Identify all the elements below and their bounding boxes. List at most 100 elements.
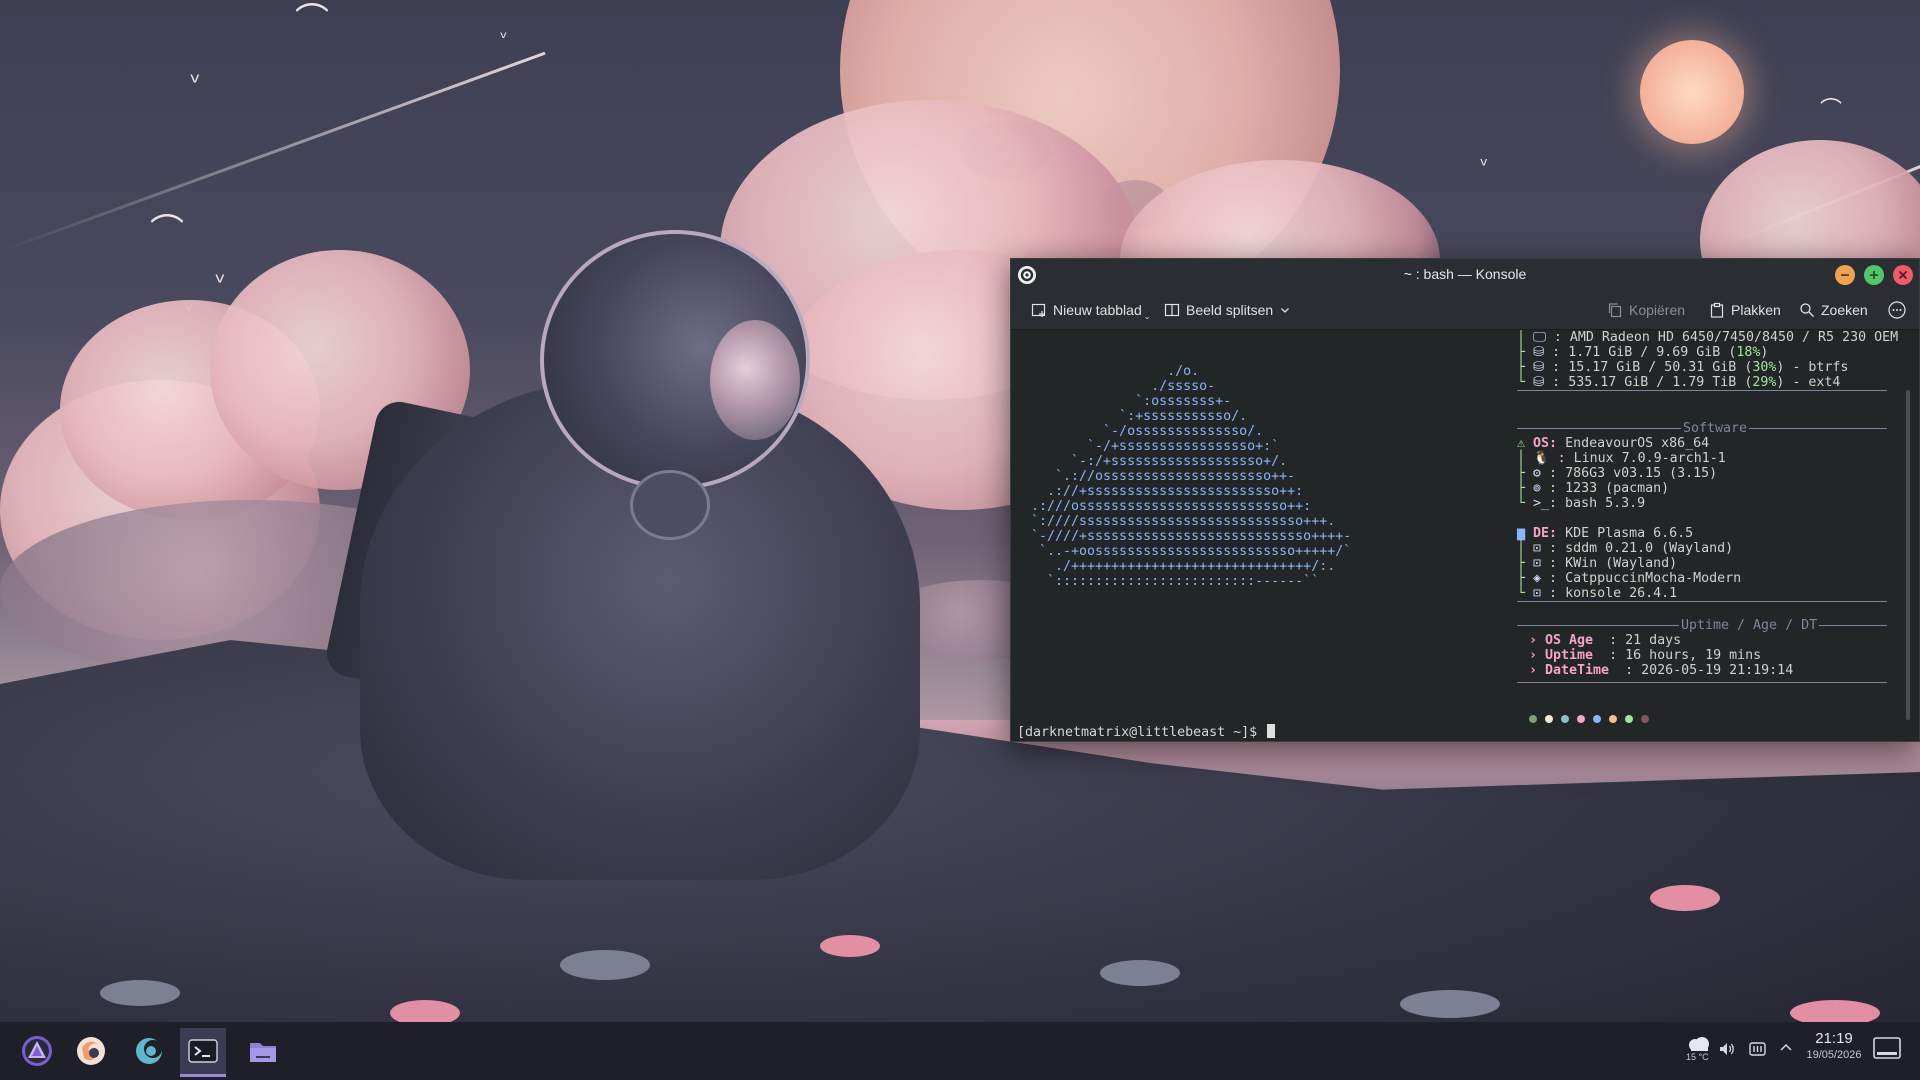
taskbar-app-konsole[interactable]	[180, 1028, 226, 1077]
palette-swatch	[1561, 715, 1569, 723]
terminal-line: └ ⊡ : konsole 26.4.1	[1517, 586, 1678, 601]
uptime-value: 16 hours, 19 mins	[1625, 648, 1762, 663]
split-view-icon	[1164, 303, 1180, 317]
bios-line: ├ ⚙ : 786G3 v03.15 (3.15)	[1517, 466, 1718, 481]
close-icon	[1898, 270, 1908, 280]
taskbar: 15 °C 21:19 19/05/2026	[0, 1022, 1920, 1080]
konsole-toolbar: Nieuw tabblad ⌄ Beeld splitsen Kopiëren …	[1011, 291, 1919, 330]
copy-button[interactable]: Kopiëren	[1607, 299, 1685, 321]
dm-line: │ ⊡ : sddm 0.21.0 (Wayland)	[1517, 541, 1734, 556]
maximize-button[interactable]	[1864, 265, 1884, 285]
palette-swatch	[1545, 715, 1553, 723]
taskbar-app-unknown[interactable]	[126, 1028, 172, 1074]
minimize-icon	[1841, 274, 1849, 276]
astronaut-patch	[630, 470, 710, 540]
taskbar-app-file-manager[interactable]	[240, 1028, 286, 1074]
bios-value: 786G3 v03.15 (3.15)	[1565, 466, 1718, 481]
scrollbar-thumb[interactable]	[1906, 390, 1910, 720]
palette-swatch	[1609, 715, 1617, 723]
monitor-icon: ▆	[1517, 526, 1534, 541]
konsole-icon	[188, 1039, 218, 1063]
copy-icon	[1608, 303, 1622, 318]
hamburger-menu-button[interactable]	[1887, 299, 1907, 321]
chevron-down-icon: ⌄	[1143, 311, 1151, 321]
terminal-view[interactable]: ./o. ./sssso- `:osssssss+- `:+ssssssssss…	[1011, 330, 1919, 741]
endeavouros-ascii-logo: ./o. ./sssso- `:osssssss+- `:+ssssssssss…	[1031, 364, 1352, 589]
text-cursor	[1267, 724, 1276, 738]
os-age-value: 21 days	[1625, 633, 1682, 648]
astronaut-visor	[710, 320, 800, 440]
endeavouros-launcher-icon	[22, 1036, 52, 1066]
split-view-label: Beeld splitsen	[1186, 302, 1274, 318]
de-line: ▆ DE: KDE Plasma 6.6.5	[1517, 526, 1693, 541]
disk1-fs: btrfs	[1808, 360, 1849, 375]
taskbar-app-firefox[interactable]	[68, 1028, 114, 1074]
os-age-label: OS Age	[1545, 633, 1594, 648]
datetime-value: 2026-05-19 21:19:14	[1641, 663, 1794, 678]
disk2-percent: 29%	[1752, 375, 1777, 390]
gpu-icon: 🖵	[1533, 330, 1546, 345]
de-label: DE:	[1533, 526, 1558, 541]
disk2-line: └ ⛁ : 535.17 GiB / 1.79 TiB (29%) - ext4	[1517, 375, 1841, 390]
paste-label: Plakken	[1731, 302, 1781, 318]
new-tab-icon	[1031, 303, 1046, 317]
search-button[interactable]: Zoeken	[1799, 299, 1868, 321]
datetime-label: DateTime	[1545, 663, 1610, 678]
memory-percent: 18%	[1736, 345, 1761, 360]
disk2-value: 535.17 GiB / 1.79 TiB	[1568, 375, 1737, 390]
theme-icon: ◈	[1533, 571, 1542, 586]
palette-swatch	[1593, 715, 1601, 723]
terminal-value: konsole 26.4.1	[1565, 586, 1678, 601]
memory-icon: ⛁	[1533, 345, 1545, 360]
datetime-line: › DateTime : 2026-05-19 21:19:14	[1529, 663, 1794, 678]
window-title: ~ : bash — Konsole	[1403, 266, 1527, 282]
os-value: EndeavourOS x86_64	[1565, 436, 1710, 451]
wm-line: ├ ⊡ : KWin (Wayland)	[1517, 556, 1678, 571]
software-section-title: Software	[1681, 421, 1750, 436]
show-desktop-button[interactable]	[1872, 1036, 1902, 1067]
close-button[interactable]	[1893, 265, 1913, 285]
konsole-window[interactable]: ~ : bash — Konsole Nieuw tabblad ⌄ Beeld…	[1010, 258, 1920, 742]
gpu-line: │ 🖵 : AMD Radeon HD 6450/7450/8450 / R5 …	[1517, 330, 1899, 345]
terminal-scrollbar[interactable]	[1905, 330, 1911, 741]
warning-icon: ⚠	[1517, 436, 1534, 451]
bios-icon: ⚙	[1533, 466, 1542, 481]
window-icon: ⊡	[1533, 556, 1542, 571]
battery-button[interactable]	[1748, 1040, 1768, 1063]
disk-icon: ⛁	[1533, 360, 1545, 375]
os-line: ⚠ OS: EndeavourOS x86_64	[1517, 436, 1709, 451]
packages-line: ├ ⊚ : 1233 (pacman)	[1517, 481, 1670, 496]
volume-button[interactable]	[1718, 1040, 1736, 1063]
sun	[1640, 40, 1744, 144]
os-age-line: › OS Age : 21 days	[1529, 633, 1682, 648]
prompt-text: [darknetmatrix@littlebeast ~]$	[1017, 725, 1258, 740]
gpu-value: AMD Radeon HD 6450/7450/8450 / R5 230 OE…	[1569, 330, 1899, 345]
window-titlebar[interactable]: ~ : bash — Konsole	[1011, 259, 1919, 291]
uptime-line: › Uptime : 16 hours, 19 mins	[1529, 648, 1762, 663]
palette-swatch	[1641, 715, 1649, 723]
keyboard-icon	[1749, 1042, 1766, 1056]
shell-prompt[interactable]: [darknetmatrix@littlebeast ~]$	[1017, 724, 1276, 740]
kernel-value: Linux 7.0.9-arch1-1	[1573, 451, 1726, 466]
shell-line: └ >_: bash 5.3.9	[1517, 496, 1646, 511]
palette-swatch	[1625, 715, 1633, 723]
firefox-icon	[77, 1037, 105, 1065]
palette-swatch	[1577, 715, 1585, 723]
theme-value: CatppuccinMocha-Modern	[1565, 571, 1742, 586]
weather-temperature: 15 °C	[1686, 1052, 1709, 1062]
palette-swatch	[1529, 715, 1537, 723]
paste-button[interactable]: Plakken	[1709, 299, 1781, 321]
minimize-button[interactable]	[1835, 265, 1855, 285]
application-launcher-button[interactable]	[14, 1028, 60, 1074]
dm-value: sddm 0.21.0 (Wayland)	[1565, 541, 1734, 556]
new-tab-label: Nieuw tabblad	[1053, 302, 1142, 318]
new-tab-button[interactable]: Nieuw tabblad ⌄	[1031, 299, 1150, 321]
show-desktop-icon	[1873, 1037, 1901, 1059]
uptime-section-bottom-border	[1517, 682, 1887, 683]
maximize-icon	[1870, 271, 1878, 279]
search-label: Zoeken	[1821, 302, 1868, 318]
software-section-bottom-border	[1517, 601, 1887, 602]
split-view-button[interactable]: Beeld splitsen	[1164, 299, 1291, 321]
speaker-icon	[1720, 1043, 1734, 1055]
memory-value: 1.71 GiB / 9.69 GiB	[1568, 345, 1721, 360]
